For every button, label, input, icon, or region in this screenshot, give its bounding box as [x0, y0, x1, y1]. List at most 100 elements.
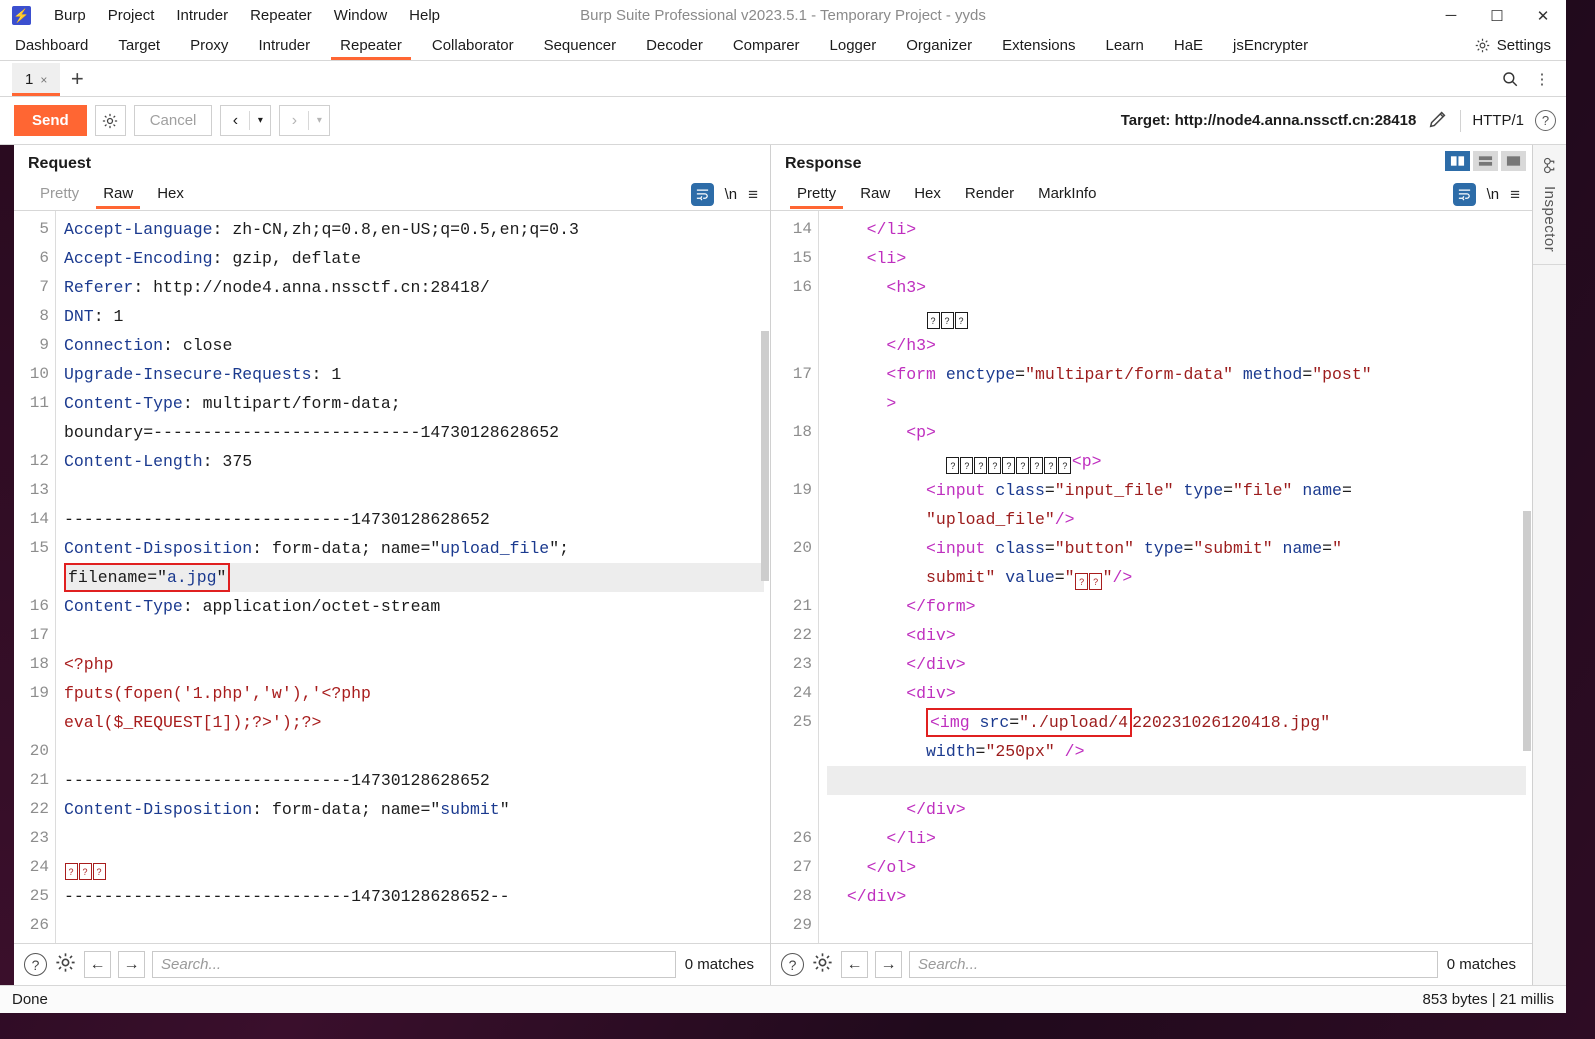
request-match-count: 0 matches: [684, 956, 754, 973]
word-wrap-icon[interactable]: [690, 183, 714, 206]
send-options-gear-icon[interactable]: [94, 105, 126, 136]
tab-sequencer[interactable]: Sequencer: [529, 31, 632, 60]
tab-intruder[interactable]: Intruder: [243, 31, 325, 60]
menu-window[interactable]: Window: [323, 3, 398, 28]
inspector-sidebar[interactable]: Inspector: [1532, 145, 1566, 985]
tab-extensions[interactable]: Extensions: [987, 31, 1090, 60]
minimize-button[interactable]: ─: [1428, 0, 1474, 31]
maximize-button[interactable]: ☐: [1474, 0, 1520, 31]
search-icon[interactable]: [1496, 65, 1524, 93]
burp-suite-window: ⚡ Burp Project Intruder Repeater Window …: [0, 0, 1566, 1013]
code-line: <h3>: [886, 278, 927, 297]
help-icon[interactable]: ?: [1535, 110, 1556, 131]
tab-logger[interactable]: Logger: [815, 31, 892, 60]
tab-learn[interactable]: Learn: [1090, 31, 1158, 60]
code-line: <li>: [866, 249, 907, 268]
code-line: ????????? <p>: [827, 447, 1526, 476]
code-line: Accept-Encoding: gzip, deflate: [64, 249, 362, 268]
request-view-tabs: Pretty Raw Hex \n ≡: [14, 179, 770, 211]
request-scroll-thumb[interactable]: [761, 331, 769, 581]
word-wrap-icon[interactable]: [1452, 183, 1476, 206]
newline-toggle[interactable]: \n: [1487, 186, 1500, 203]
missing-glyph-box: ?: [946, 457, 960, 474]
code-line: Content-Length: 375: [64, 452, 253, 471]
code-line: fputs(fopen('1.php','w'),'<?php: [64, 684, 371, 703]
response-tab-render[interactable]: Render: [953, 181, 1026, 209]
request-search-input[interactable]: [152, 951, 676, 978]
search-prev-button[interactable]: ←: [841, 951, 868, 978]
help-icon[interactable]: ?: [781, 953, 804, 976]
repeater-tab-1[interactable]: 1 ×: [12, 63, 61, 96]
status-right: 853 bytes | 21 millis: [1422, 991, 1554, 1008]
tab-organizer[interactable]: Organizer: [891, 31, 987, 60]
tab-comparer[interactable]: Comparer: [718, 31, 815, 60]
main-body: Request Pretty Raw Hex \n ≡ 5 6 7 8 9 10…: [0, 145, 1566, 985]
close-button[interactable]: ✕: [1520, 0, 1566, 31]
back-nav-group[interactable]: ‹ ▾: [220, 105, 272, 136]
forward-dropdown-icon[interactable]: ▾: [309, 106, 329, 135]
code-line: Content-Disposition: form-data; name="su…: [64, 800, 510, 819]
tab-collaborator[interactable]: Collaborator: [417, 31, 529, 60]
response-tab-markinfo[interactable]: MarkInfo: [1026, 181, 1108, 209]
menu-repeater[interactable]: Repeater: [239, 3, 323, 28]
search-next-button[interactable]: →: [118, 951, 145, 978]
edit-target-icon[interactable]: [1427, 108, 1449, 134]
request-editor[interactable]: 5 6 7 8 9 10 11 12 13 14 15 16 17 18 19 20 21 22 23 24 25…: [14, 211, 770, 943]
response-scroll-thumb[interactable]: [1523, 511, 1531, 751]
send-button[interactable]: Send: [14, 105, 87, 136]
tab-target[interactable]: Target: [103, 31, 175, 60]
tab-repeater[interactable]: Repeater: [325, 31, 417, 60]
tab-proxy[interactable]: Proxy: [175, 31, 243, 60]
response-tab-raw[interactable]: Raw: [848, 181, 902, 209]
status-bar: Done 853 bytes | 21 millis: [0, 985, 1566, 1013]
code-line: ???: [827, 302, 1526, 331]
http-version-label[interactable]: HTTP/1: [1472, 112, 1524, 129]
request-tab-raw[interactable]: Raw: [91, 181, 145, 209]
tab-jsencrypter[interactable]: jsEncrypter: [1218, 31, 1323, 60]
cancel-button[interactable]: Cancel: [133, 105, 213, 136]
response-tab-hex[interactable]: Hex: [902, 181, 953, 209]
menu-intruder[interactable]: Intruder: [165, 3, 239, 28]
back-dropdown-icon[interactable]: ▾: [250, 106, 270, 135]
response-code[interactable]: </li> <li> <h3> ??? </h3> <form enctype=…: [819, 211, 1532, 943]
code-line: submit" value="?? "/>: [827, 563, 1526, 592]
forward-icon[interactable]: ›: [280, 106, 308, 135]
request-menu-icon[interactable]: ≡: [748, 185, 758, 205]
response-search-bar: ? ← → 0 matches: [771, 943, 1532, 985]
tab-decoder[interactable]: Decoder: [631, 31, 718, 60]
overflow-menu-icon[interactable]: ⋮: [1528, 65, 1556, 93]
request-tab-pretty[interactable]: Pretty: [28, 181, 91, 209]
response-search-input[interactable]: [909, 951, 1438, 978]
tab-settings[interactable]: Settings: [1459, 31, 1566, 60]
split-vertical-icon[interactable]: [1445, 151, 1470, 171]
tab-dashboard[interactable]: Dashboard: [0, 31, 103, 60]
request-code[interactable]: Accept-Language: zh-CN,zh;q=0.8,en-US;q=…: [56, 211, 770, 943]
response-tab-pretty[interactable]: Pretty: [785, 181, 848, 209]
menu-project[interactable]: Project: [97, 3, 166, 28]
response-view-actions: \n ≡: [1452, 183, 1524, 206]
repeater-tab-label: 1: [25, 71, 34, 88]
add-tab-button[interactable]: +: [60, 61, 94, 96]
menu-help[interactable]: Help: [398, 3, 451, 28]
code-line: <p>: [906, 423, 936, 442]
search-settings-gear-icon[interactable]: [54, 951, 77, 978]
help-icon[interactable]: ?: [24, 953, 47, 976]
menu-burp[interactable]: Burp: [43, 3, 97, 28]
search-next-button[interactable]: →: [875, 951, 902, 978]
forward-nav-group[interactable]: › ▾: [279, 105, 331, 136]
split-horizontal-icon[interactable]: [1473, 151, 1498, 171]
search-settings-gear-icon[interactable]: [811, 951, 834, 978]
request-scrollbar[interactable]: [760, 211, 770, 943]
single-pane-icon[interactable]: [1501, 151, 1526, 171]
close-icon[interactable]: ×: [40, 73, 47, 87]
response-menu-icon[interactable]: ≡: [1510, 185, 1520, 205]
tab-hae[interactable]: HaE: [1159, 31, 1218, 60]
missing-glyph-box: ?: [954, 312, 968, 329]
back-icon[interactable]: ‹: [221, 106, 249, 135]
response-editor[interactable]: 14 15 16 17 18 19 20 21 22 23 24 25 26 27 28 29 <…: [771, 211, 1532, 943]
request-tab-hex[interactable]: Hex: [145, 181, 196, 209]
newline-toggle[interactable]: \n: [725, 186, 738, 203]
response-scrollbar[interactable]: [1522, 211, 1532, 943]
search-prev-button[interactable]: ←: [84, 951, 111, 978]
